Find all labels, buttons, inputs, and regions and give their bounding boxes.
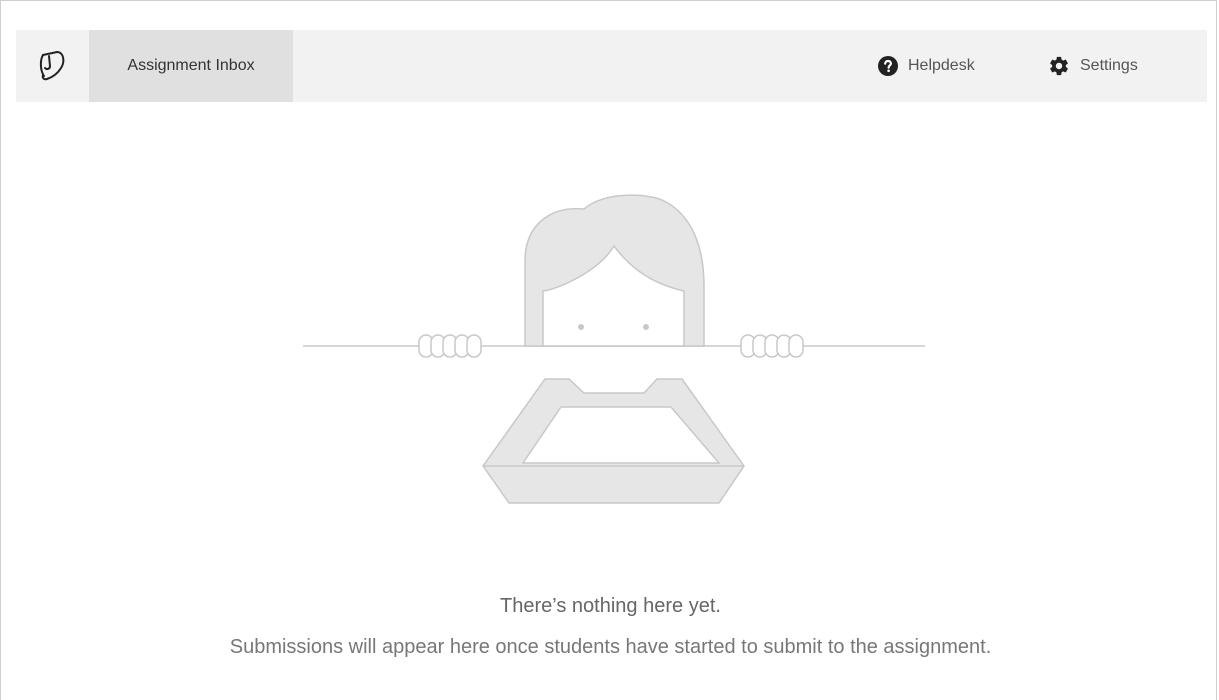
page-frame: Assignment Inbox Helpdesk Settings There… bbox=[0, 0, 1217, 700]
settings-link[interactable]: Settings bbox=[1048, 30, 1138, 102]
helpdesk-label: Helpdesk bbox=[908, 57, 975, 74]
tab-assignment-inbox[interactable]: Assignment Inbox bbox=[89, 30, 293, 102]
empty-state-title: There’s nothing here yet. bbox=[500, 595, 721, 617]
helpdesk-link[interactable]: Helpdesk bbox=[878, 30, 975, 102]
turnitin-logo-icon[interactable] bbox=[16, 30, 88, 102]
empty-state-description: Submissions will appear here once studen… bbox=[229, 636, 992, 658]
peeking-person-empty-tray-illustration bbox=[299, 191, 929, 511]
question-circle-icon bbox=[878, 56, 898, 76]
top-navbar: Assignment Inbox Helpdesk Settings bbox=[16, 30, 1207, 102]
gear-icon bbox=[1048, 55, 1070, 77]
settings-label: Settings bbox=[1080, 57, 1138, 74]
tab-assignment-inbox-label: Assignment Inbox bbox=[127, 57, 255, 74]
